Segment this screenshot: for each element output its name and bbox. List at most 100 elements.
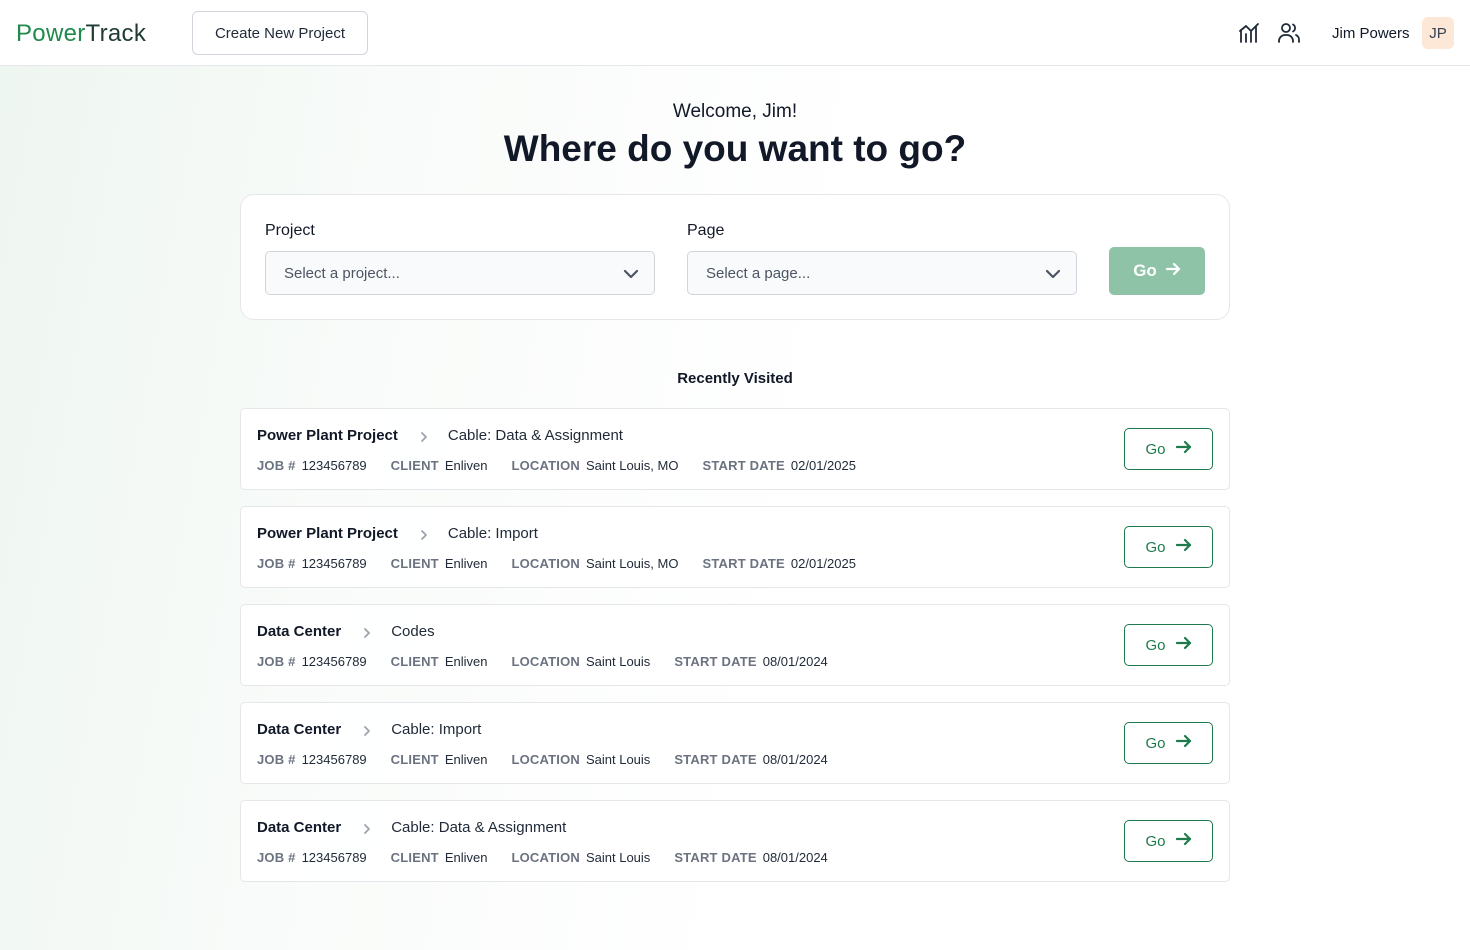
- chevron-right-icon: [361, 626, 373, 638]
- location-label: LOCATION: [511, 458, 580, 473]
- job-label: JOB #: [257, 850, 296, 865]
- location-value: Saint Louis: [585, 654, 651, 669]
- start-date-label: START DATE: [702, 458, 785, 473]
- arrow-right-icon: [1165, 261, 1181, 282]
- user-avatar[interactable]: JP: [1422, 17, 1454, 49]
- client-name: Enliven: [444, 556, 488, 571]
- recent-go-button[interactable]: Go: [1124, 722, 1213, 764]
- client-label: CLIENT: [390, 458, 439, 473]
- page-field-label: Page: [687, 222, 725, 239]
- recent-page-name[interactable]: Cable: Import: [448, 525, 538, 542]
- app-logo[interactable]: PowerTrack: [16, 20, 146, 48]
- navigation-selector-card: Project Select a project... Page Select …: [240, 194, 1230, 320]
- client-label: CLIENT: [390, 850, 439, 865]
- job-label: JOB #: [257, 752, 296, 767]
- arrow-right-icon: [1175, 439, 1192, 459]
- chevron-right-icon: [418, 528, 430, 540]
- recent-item-meta: JOB # 123456789 CLIENT Enliven LOCATION Sai…: [257, 850, 852, 865]
- breadcrumb: Data Center Cable: Data & Assignment: [257, 819, 566, 836]
- user-name[interactable]: Jim Powers: [1332, 25, 1410, 42]
- client-label: CLIENT: [390, 556, 439, 571]
- recent-go-label: Go: [1145, 734, 1166, 752]
- recent-page-name[interactable]: Codes: [391, 623, 434, 640]
- chevron-right-icon: [361, 822, 373, 834]
- arrow-right-icon: [1175, 537, 1192, 557]
- start-date-label: START DATE: [674, 654, 757, 669]
- start-date-label: START DATE: [702, 556, 785, 571]
- job-number: 123456789: [301, 458, 367, 473]
- recent-item: Power Plant Project Cable: Data & Assign…: [240, 408, 1230, 490]
- recent-project-name[interactable]: Data Center: [257, 721, 341, 738]
- recent-item-meta: JOB # 123456789 CLIENT Enliven LOCATION Sai…: [257, 458, 880, 473]
- go-button[interactable]: Go: [1109, 247, 1205, 295]
- recent-item-meta: JOB # 123456789 CLIENT Enliven LOCATION Sai…: [257, 752, 852, 767]
- recent-item-meta: JOB # 123456789 CLIENT Enliven LOCATION Sai…: [257, 654, 852, 669]
- recent-page-name[interactable]: Cable: Data & Assignment: [448, 427, 623, 444]
- breadcrumb: Data Center Codes: [257, 623, 435, 640]
- location-value: Saint Louis: [585, 752, 651, 767]
- job-number: 123456789: [301, 556, 367, 571]
- job-label: JOB #: [257, 556, 296, 571]
- go-button-label: Go: [1133, 261, 1157, 280]
- recent-go-label: Go: [1145, 538, 1166, 556]
- start-date-label: START DATE: [674, 752, 757, 767]
- recent-project-name[interactable]: Power Plant Project: [257, 427, 398, 444]
- arrow-right-icon: [1175, 635, 1192, 655]
- analytics-icon[interactable]: [1237, 21, 1261, 45]
- recent-page-name[interactable]: Cable: Data & Assignment: [391, 819, 566, 836]
- welcome-message: Welcome, Jim!: [672, 101, 798, 122]
- recent-go-button[interactable]: Go: [1124, 624, 1213, 666]
- breadcrumb: Power Plant Project Cable: Import: [257, 525, 538, 542]
- project-field-label: Project: [265, 222, 315, 239]
- client-name: Enliven: [444, 458, 488, 473]
- recent-item-meta: JOB # 123456789 CLIENT Enliven LOCATION Sai…: [257, 556, 880, 571]
- location-value: Saint Louis, MO: [585, 458, 679, 473]
- recent-item: Data Center Codes JOB # 123456789 CLIENT E…: [240, 604, 1230, 686]
- chevron-down-icon: [1044, 265, 1062, 283]
- page-select[interactable]: Select a page...: [687, 251, 1077, 295]
- client-label: CLIENT: [390, 752, 439, 767]
- recent-item: Data Center Cable: Import JOB # 123456789…: [240, 702, 1230, 784]
- start-date-value: 02/01/2025: [790, 458, 856, 473]
- job-number: 123456789: [301, 850, 367, 865]
- start-date-value: 08/01/2024: [762, 850, 828, 865]
- recent-project-name[interactable]: Data Center: [257, 623, 341, 640]
- recent-go-label: Go: [1145, 636, 1166, 654]
- recent-go-button[interactable]: Go: [1124, 526, 1213, 568]
- recent-item: Data Center Cable: Data & Assignment JOB…: [240, 800, 1230, 882]
- client-name: Enliven: [444, 654, 488, 669]
- top-bar: PowerTrack Create New Project Jim Powers…: [0, 0, 1470, 66]
- job-number: 123456789: [301, 654, 367, 669]
- chevron-right-icon: [418, 430, 430, 442]
- recent-project-name[interactable]: Data Center: [257, 819, 341, 836]
- project-select[interactable]: Select a project...: [265, 251, 655, 295]
- breadcrumb: Power Plant Project Cable: Data & Assign…: [257, 427, 623, 444]
- recent-go-label: Go: [1145, 440, 1166, 458]
- location-value: Saint Louis, MO: [585, 556, 679, 571]
- location-label: LOCATION: [511, 654, 580, 669]
- arrow-right-icon: [1175, 831, 1192, 851]
- location-value: Saint Louis: [585, 850, 651, 865]
- start-date-label: START DATE: [674, 850, 757, 865]
- project-select-placeholder: Select a project...: [284, 265, 400, 282]
- page-headline: Where do you want to go?: [503, 128, 967, 169]
- location-label: LOCATION: [511, 556, 580, 571]
- page-select-placeholder: Select a page...: [706, 265, 811, 282]
- recent-project-name[interactable]: Power Plant Project: [257, 525, 398, 542]
- start-date-value: 08/01/2024: [762, 654, 828, 669]
- logo-text-power: Power: [16, 20, 86, 47]
- job-label: JOB #: [257, 458, 296, 473]
- arrow-right-icon: [1175, 733, 1192, 753]
- users-icon[interactable]: [1277, 21, 1301, 45]
- start-date-value: 08/01/2024: [762, 752, 828, 767]
- recent-go-label: Go: [1145, 832, 1166, 850]
- recent-go-button[interactable]: Go: [1124, 820, 1213, 862]
- client-label: CLIENT: [390, 654, 439, 669]
- chevron-down-icon: [622, 265, 640, 283]
- start-date-value: 02/01/2025: [790, 556, 856, 571]
- create-new-project-button[interactable]: Create New Project: [192, 11, 368, 55]
- recent-item: Power Plant Project Cable: Import JOB # 1…: [240, 506, 1230, 588]
- recent-go-button[interactable]: Go: [1124, 428, 1213, 470]
- recent-page-name[interactable]: Cable: Import: [391, 721, 481, 738]
- logo-text-track: Track: [85, 20, 147, 47]
